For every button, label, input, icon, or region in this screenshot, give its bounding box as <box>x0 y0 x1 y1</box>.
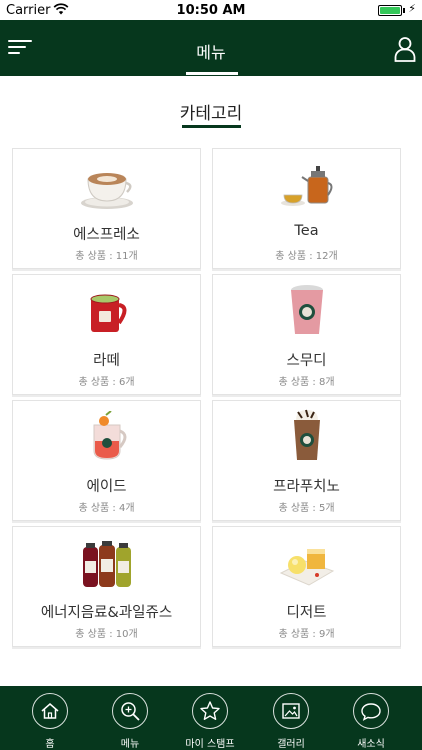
category-card-frappuccino[interactable]: 프라푸치노 총 상품 : 5개 <box>212 400 401 521</box>
category-count: 총 상품 : 6개 <box>78 377 135 388</box>
tab-my-stamp[interactable]: 마이 스탬프 <box>168 686 252 750</box>
charging-bolt-icon: ⚡ <box>408 2 416 15</box>
tab-home[interactable]: 홈 <box>8 686 92 750</box>
category-count: 총 상품 : 9개 <box>278 629 335 640</box>
frappuccino-cup-icon <box>213 409 400 463</box>
latte-mug-icon <box>13 289 200 337</box>
tab-menu[interactable]: 메뉴 <box>88 686 172 750</box>
category-card-tea[interactable]: Tea 총 상품 : 12개 <box>212 148 401 269</box>
category-card-smoothie[interactable]: 스무디 총 상품 : 8개 <box>212 274 401 395</box>
category-card-energy-juice[interactable]: 에너지음료&과일쥬스 총 상품 : 10개 <box>12 526 201 647</box>
tab-label: 새소식 <box>357 739 385 750</box>
user-profile-icon[interactable] <box>394 36 416 62</box>
teapot-icon <box>213 163 400 211</box>
chat-bubble-icon <box>353 693 389 729</box>
category-name: 에너지음료&과일쥬스 <box>40 605 173 621</box>
tab-label: 홈 <box>45 739 55 750</box>
tab-gallery[interactable]: 갤러리 <box>249 686 333 750</box>
bottom-tab-bar: 홈 메뉴 마이 스탬프 갤러리 새소식 <box>0 686 422 750</box>
category-name: 라떼 <box>93 353 120 369</box>
tab-label: 메뉴 <box>120 739 140 750</box>
category-count: 총 상품 : 5개 <box>278 503 335 514</box>
category-name: 프라푸치노 <box>273 479 340 495</box>
star-icon <box>192 693 228 729</box>
espresso-cup-icon <box>13 163 200 211</box>
section-title: 카테고리 <box>179 104 243 124</box>
category-count: 총 상품 : 11개 <box>75 251 138 262</box>
tab-label: 마이 스탬프 <box>185 739 235 750</box>
top-nav-bar: 메뉴 <box>0 20 422 76</box>
tab-label: 갤러리 <box>277 739 305 750</box>
smoothie-cup-icon <box>213 285 400 337</box>
battery-level <box>380 7 400 14</box>
title-underline <box>186 72 238 75</box>
category-name: 스무디 <box>286 353 327 369</box>
category-name: 에스프레소 <box>73 227 140 243</box>
category-card-espresso[interactable]: 에스프레소 총 상품 : 11개 <box>12 148 201 269</box>
category-count: 총 상품 : 4개 <box>78 503 135 514</box>
category-name: 에이드 <box>86 479 127 495</box>
status-bar: Carrier 10:50 AM ⚡ <box>0 0 422 20</box>
category-count: 총 상품 : 12개 <box>275 251 338 262</box>
gallery-icon <box>273 693 309 729</box>
dessert-plate-icon <box>213 541 400 589</box>
category-card-ade[interactable]: 에이드 총 상품 : 4개 <box>12 400 201 521</box>
category-name: 디저트 <box>286 605 327 621</box>
category-count: 총 상품 : 10개 <box>75 629 138 640</box>
category-count: 총 상품 : 8개 <box>278 377 335 388</box>
battery-icon <box>378 5 402 16</box>
section-title-underline <box>182 125 241 128</box>
category-card-latte[interactable]: 라떼 총 상품 : 6개 <box>12 274 201 395</box>
category-card-dessert[interactable]: 디저트 총 상품 : 9개 <box>212 526 401 647</box>
status-time: 10:50 AM <box>176 3 246 18</box>
ade-pitcher-icon <box>13 411 200 463</box>
search-icon <box>112 693 148 729</box>
juice-bottles-icon <box>13 541 200 589</box>
page-title: 메뉴 <box>196 43 226 62</box>
category-name: Tea <box>294 223 319 239</box>
home-icon <box>32 693 68 729</box>
battery-tip <box>403 8 405 13</box>
tab-news[interactable]: 새소식 <box>329 686 413 750</box>
